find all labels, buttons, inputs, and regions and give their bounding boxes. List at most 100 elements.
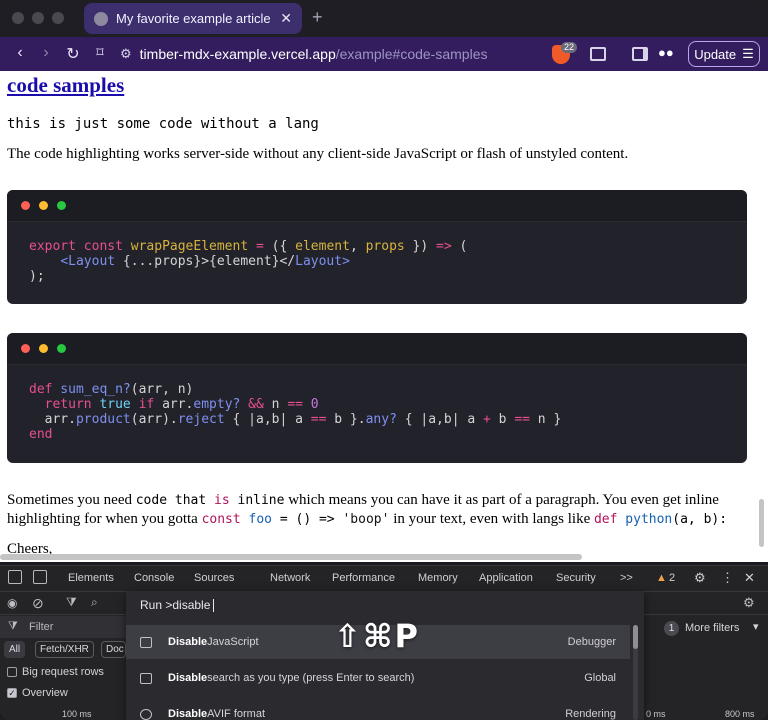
bug-icon xyxy=(140,636,152,648)
tab-network[interactable]: Network xyxy=(270,572,310,584)
text-run: which means you can have it as part of a… xyxy=(284,492,719,508)
code-block-jsx: export const wrapPageElement = ({ elemen… xyxy=(7,190,747,304)
code-token: empty? xyxy=(193,397,241,412)
tab-console[interactable]: Console xyxy=(134,572,174,584)
forward-icon[interactable]: › xyxy=(33,44,59,62)
tab-elements[interactable]: Elements xyxy=(68,572,114,584)
tab-title: My favorite example article | ti xyxy=(116,11,273,26)
code-token: end xyxy=(29,427,53,442)
timeline-tick: 800 ms xyxy=(725,709,755,719)
code-token: return xyxy=(29,397,92,412)
globe-icon xyxy=(94,11,108,26)
zoom-window-button[interactable] xyxy=(52,12,64,24)
record-icon[interactable]: ◉ xyxy=(7,596,17,610)
inline-code: = () => xyxy=(272,512,343,527)
network-settings-icon[interactable]: ⚙ xyxy=(743,595,755,611)
code-token: , xyxy=(349,239,366,254)
tab-memory[interactable]: Memory xyxy=(418,572,458,584)
code-token: == xyxy=(310,412,327,427)
close-window-button[interactable] xyxy=(12,12,24,24)
url-path: /example#code-samples xyxy=(335,46,488,62)
filter-input[interactable]: ⧩ Filter xyxy=(0,616,126,638)
tab-security[interactable]: Security xyxy=(556,572,596,584)
more-options-icon[interactable]: ⋮ xyxy=(721,570,734,586)
new-tab-button[interactable]: + xyxy=(312,7,323,28)
plain-code-line: this is just some code without a lang xyxy=(7,116,319,132)
type-fetch-button[interactable]: Fetch/XHR xyxy=(35,641,94,658)
back-icon[interactable]: ‹ xyxy=(7,44,33,62)
code-token: + xyxy=(483,412,491,427)
shields-count-badge: 22 xyxy=(561,42,578,53)
keyboard-shortcut-overlay: ⇧⌘P xyxy=(334,617,420,655)
close-tab-icon[interactable]: ✕ xyxy=(280,10,292,27)
big-rows-label: Big request rows xyxy=(22,666,104,678)
code-token: b xyxy=(490,412,515,427)
inline-code-paragraph-line1: Sometimes you need code that is inline w… xyxy=(7,491,719,510)
heading-link[interactable]: code samples xyxy=(7,73,124,98)
overview-checkbox[interactable]: ✓ xyxy=(7,688,17,698)
code-token: < xyxy=(60,254,69,269)
more-tabs-button[interactable]: >> xyxy=(620,572,633,584)
command-item[interactable]: Disable search as you type (press Enter … xyxy=(126,661,630,695)
inline-code: code xyxy=(135,493,168,508)
command-item[interactable]: Disable AVIF format Rendering xyxy=(126,697,630,720)
active-tab[interactable]: My favorite example article | ti ✕ xyxy=(84,3,302,34)
reload-icon[interactable]: ↻ xyxy=(60,44,86,64)
bookmark-icon[interactable]: ⌑ xyxy=(87,44,113,61)
inline-code-paragraph-line2: highlighting for when you gotta const fo… xyxy=(7,510,727,529)
inline-code: const xyxy=(201,512,241,527)
url-host: timber-mdx-example.vercel.app xyxy=(139,46,336,62)
intro-paragraph: The code highlighting works server-side … xyxy=(7,146,629,162)
code-token: n xyxy=(271,397,288,412)
tab-performance[interactable]: Performance xyxy=(332,572,395,584)
search-icon[interactable]: ⌕ xyxy=(91,595,98,610)
code-body-ruby: def sum_eq_n?(arr, n) return true if arr… xyxy=(7,365,747,459)
vertical-scrollbar[interactable] xyxy=(759,499,764,547)
site-settings-icon[interactable]: ⚙ xyxy=(120,46,132,62)
command-item-category: Debugger xyxy=(567,636,616,648)
big-rows-checkbox[interactable] xyxy=(7,667,17,677)
tab-strip: My favorite example article | ti ✕ + xyxy=(0,0,768,37)
code-token: {...props}>{element}</ xyxy=(115,254,296,269)
yellow-dot xyxy=(39,344,48,353)
device-toolbar-icon[interactable] xyxy=(33,570,47,584)
type-all-button[interactable]: All xyxy=(4,641,26,658)
more-filters-chevron-icon[interactable]: ▾ xyxy=(753,620,759,633)
code-token: == xyxy=(287,397,303,412)
vpn-glasses-icon[interactable]: ●● xyxy=(658,45,674,60)
devtools-tab-bar: Elements Console Sources Network Perform… xyxy=(0,566,768,590)
text-run: Sometimes you need xyxy=(7,492,136,508)
inline-code: (a, b): xyxy=(672,512,728,527)
close-devtools-icon[interactable]: ✕ xyxy=(744,570,755,586)
inspect-element-icon[interactable] xyxy=(8,570,22,584)
horizontal-scrollbar[interactable] xyxy=(0,554,582,560)
tab-sources[interactable]: Sources xyxy=(194,572,234,584)
red-dot xyxy=(21,344,30,353)
minimize-window-button[interactable] xyxy=(32,12,44,24)
code-token: == xyxy=(514,412,530,427)
command-scroll-thumb[interactable] xyxy=(633,625,638,649)
warning-count[interactable]: 2 xyxy=(669,572,675,584)
filter-icon[interactable]: ⧩ xyxy=(66,595,77,610)
timeline-tick: 0 ms xyxy=(646,709,666,719)
code-token: product xyxy=(75,412,131,427)
more-filters-button[interactable]: More filters xyxy=(685,622,739,634)
type-doc-button[interactable]: Doc xyxy=(101,641,126,658)
clear-icon[interactable]: ⊘ xyxy=(32,595,44,612)
code-token: wrapPageElement xyxy=(130,239,249,254)
update-button[interactable]: Update ☰ xyxy=(688,41,760,67)
sidebar-icon[interactable] xyxy=(632,47,648,61)
funnel-icon: ⧩ xyxy=(8,620,18,632)
reader-mode-icon[interactable] xyxy=(590,47,606,61)
code-token: def xyxy=(29,382,53,397)
code-token: }) xyxy=(404,239,437,254)
green-dot xyxy=(57,201,66,210)
address-bar[interactable]: ⚙ timber-mdx-example.vercel.app/example#… xyxy=(120,43,487,65)
code-token: any? xyxy=(365,412,397,427)
settings-icon[interactable]: ⚙ xyxy=(694,570,706,586)
command-item-label: search as you type (press Enter to searc… xyxy=(207,672,415,684)
command-input[interactable]: Run >disable xyxy=(140,598,215,613)
tab-application[interactable]: Application xyxy=(479,572,533,584)
code-block-header xyxy=(7,190,747,222)
